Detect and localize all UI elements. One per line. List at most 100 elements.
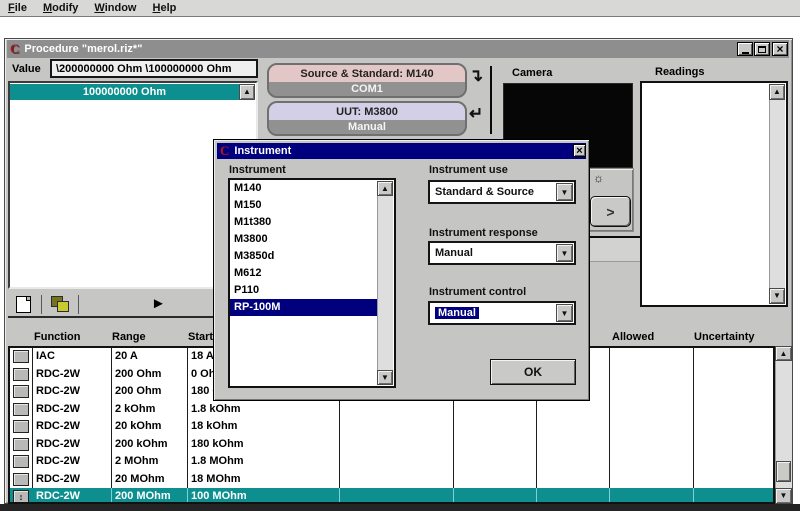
- dropdown-arrow-icon[interactable]: ▼: [556, 244, 573, 262]
- run-button[interactable]: ►: [151, 295, 166, 312]
- ok-button[interactable]: OK: [490, 359, 576, 385]
- cell-start: 18 A: [191, 350, 214, 362]
- row-checkbox[interactable]: [13, 473, 29, 486]
- cell-range: 200 kOhm: [115, 438, 168, 450]
- column-line: [339, 488, 340, 504]
- instrument-list-scrollbar-track[interactable]: [377, 196, 393, 370]
- column-line: [187, 488, 188, 504]
- table-row[interactable]: RDC-2W 2 kOhm 1.8 kOhm: [10, 401, 775, 419]
- value-list-selected-text: 100000000 Ohm: [83, 86, 166, 98]
- cell-function: RDC-2W: [36, 473, 80, 485]
- new-document-button[interactable]: [16, 296, 31, 313]
- uut-instrument-button[interactable]: UUT: M3800: [269, 103, 465, 120]
- readings-list: ▲ ▼: [640, 81, 788, 307]
- instrument-control-dropdown[interactable]: Manual ▼: [428, 301, 576, 325]
- instrument-option[interactable]: M3800: [230, 231, 394, 248]
- table-row-selected[interactable]: ↕ RDC-2W 200 MOhm 100 MOhm: [10, 488, 775, 504]
- camera-next-button[interactable]: >: [590, 196, 631, 227]
- instrument-use-dropdown[interactable]: Standard & Source ▼: [428, 180, 576, 204]
- value-path-field[interactable]: \200000000 Ohm \100000000 Ohm: [50, 59, 258, 78]
- play-icon: ►: [151, 295, 166, 312]
- instrument-option[interactable]: M140: [230, 180, 394, 197]
- instrument-option[interactable]: M612: [230, 265, 394, 282]
- dialog-close-button[interactable]: ×: [573, 144, 586, 157]
- table-row[interactable]: RDC-2W 20 MOhm 18 MOhm: [10, 471, 775, 489]
- menu-window[interactable]: Window: [94, 2, 136, 14]
- instrument-option[interactable]: M150: [230, 197, 394, 214]
- row-checkbox[interactable]: ↕: [13, 490, 29, 503]
- readings-scroll-up-button[interactable]: ▲: [769, 84, 785, 100]
- uut-instrument-label: UUT: M3800: [336, 106, 398, 118]
- minimize-button[interactable]: [737, 42, 753, 56]
- table-scroll-up-button[interactable]: ▲: [775, 346, 792, 361]
- table-scrollbar-thumb[interactable]: [776, 461, 791, 482]
- maximize-button[interactable]: [754, 42, 770, 56]
- cell-range: 200 MOhm: [115, 490, 171, 502]
- table-scroll-down-button[interactable]: ▼: [775, 488, 792, 504]
- cell-function: RDC-2W: [36, 490, 80, 502]
- row-checkbox[interactable]: [13, 368, 29, 381]
- cell-range: 200 Ohm: [115, 368, 161, 380]
- column-line: [536, 488, 537, 504]
- column-header-function: Function: [34, 331, 80, 343]
- procedure-window-titlebar[interactable]: C Procedure "merol.riz*": [7, 40, 789, 58]
- value-list-selected-item[interactable]: 100000000 Ohm: [10, 84, 239, 100]
- readings-scroll-down-button[interactable]: ▼: [769, 288, 785, 304]
- instrument-dialog-titlebar[interactable]: C Instrument: [217, 143, 586, 159]
- cell-range: 2 kOhm: [115, 403, 155, 415]
- close-button[interactable]: ×: [772, 42, 788, 56]
- standard-connection-label: COM1: [351, 83, 383, 95]
- table-row[interactable]: RDC-2W 200 kOhm 180 kOhm: [10, 436, 775, 454]
- cell-start: 180 kOhm: [191, 438, 244, 450]
- cell-function: IAC: [36, 350, 55, 362]
- value-path-text: \200000000 Ohm \100000000 Ohm: [56, 63, 232, 75]
- cell-range: 200 Ohm: [115, 385, 161, 397]
- table-row[interactable]: RDC-2W 2 MOhm 1.8 MOhm: [10, 453, 775, 471]
- uut-connection-button[interactable]: Manual: [269, 120, 465, 134]
- ok-button-label: OK: [524, 365, 542, 379]
- row-checkbox[interactable]: [13, 350, 29, 363]
- scroll-down-icon: ▼: [381, 374, 389, 382]
- row-checkbox[interactable]: [13, 455, 29, 468]
- instrument-list-scroll-down-button[interactable]: ▼: [377, 370, 393, 385]
- value-list-scroll-up-button[interactable]: ▲: [239, 84, 255, 100]
- instrument-option[interactable]: M3850d: [230, 248, 394, 265]
- row-checkbox[interactable]: [13, 403, 29, 416]
- instrument-option[interactable]: M1t380: [230, 214, 394, 231]
- new-document-icon: [26, 297, 30, 301]
- cell-function: RDC-2W: [36, 420, 80, 432]
- table-row[interactable]: RDC-2W 20 kOhm 18 kOhm: [10, 418, 775, 436]
- instrument-dialog-title: Instrument: [234, 145, 291, 157]
- column-header-range: Range: [112, 331, 146, 343]
- column-header-allowed: Allowed: [612, 331, 654, 343]
- instrument-listbox: M140 M150 M1t380 M3800 M3850d M612 P110 …: [228, 178, 396, 388]
- procedure-window-title: Procedure "merol.riz*": [24, 43, 142, 55]
- camera-status-field: [589, 236, 642, 262]
- menu-modify[interactable]: Modify: [43, 2, 78, 14]
- insert-image-button[interactable]: [50, 295, 72, 314]
- app-logo-icon: C: [220, 143, 229, 159]
- instrument-option-selected[interactable]: RP-100M: [230, 299, 377, 316]
- dropdown-arrow-icon[interactable]: ▼: [556, 183, 573, 201]
- dropdown-arrow-icon[interactable]: ▼: [556, 304, 573, 322]
- value-label: Value: [12, 63, 41, 75]
- row-checkbox[interactable]: [13, 385, 29, 398]
- readings-label: Readings: [655, 66, 705, 78]
- row-checkbox[interactable]: [13, 438, 29, 451]
- column-line: [111, 488, 112, 504]
- instrument-list-scroll-up-button[interactable]: ▲: [377, 181, 393, 196]
- readings-scrollbar-track[interactable]: [769, 100, 785, 288]
- row-checkbox[interactable]: [13, 420, 29, 433]
- instrument-option[interactable]: P110: [230, 282, 394, 299]
- app-logo-icon: C: [10, 41, 19, 57]
- column-line: [693, 488, 694, 504]
- chevron-down-icon: ▼: [561, 309, 569, 318]
- menu-file[interactable]: File: [8, 2, 27, 14]
- instrument-response-dropdown[interactable]: Manual ▼: [428, 241, 576, 265]
- scroll-up-icon: ▲: [780, 350, 788, 358]
- menu-help[interactable]: Help: [153, 2, 177, 14]
- toolbar-separator: [78, 295, 79, 314]
- standard-instrument-button[interactable]: Source & Standard: M140: [269, 65, 465, 82]
- standard-connection-button[interactable]: COM1: [269, 82, 465, 96]
- instrument-list-label: Instrument: [229, 164, 286, 176]
